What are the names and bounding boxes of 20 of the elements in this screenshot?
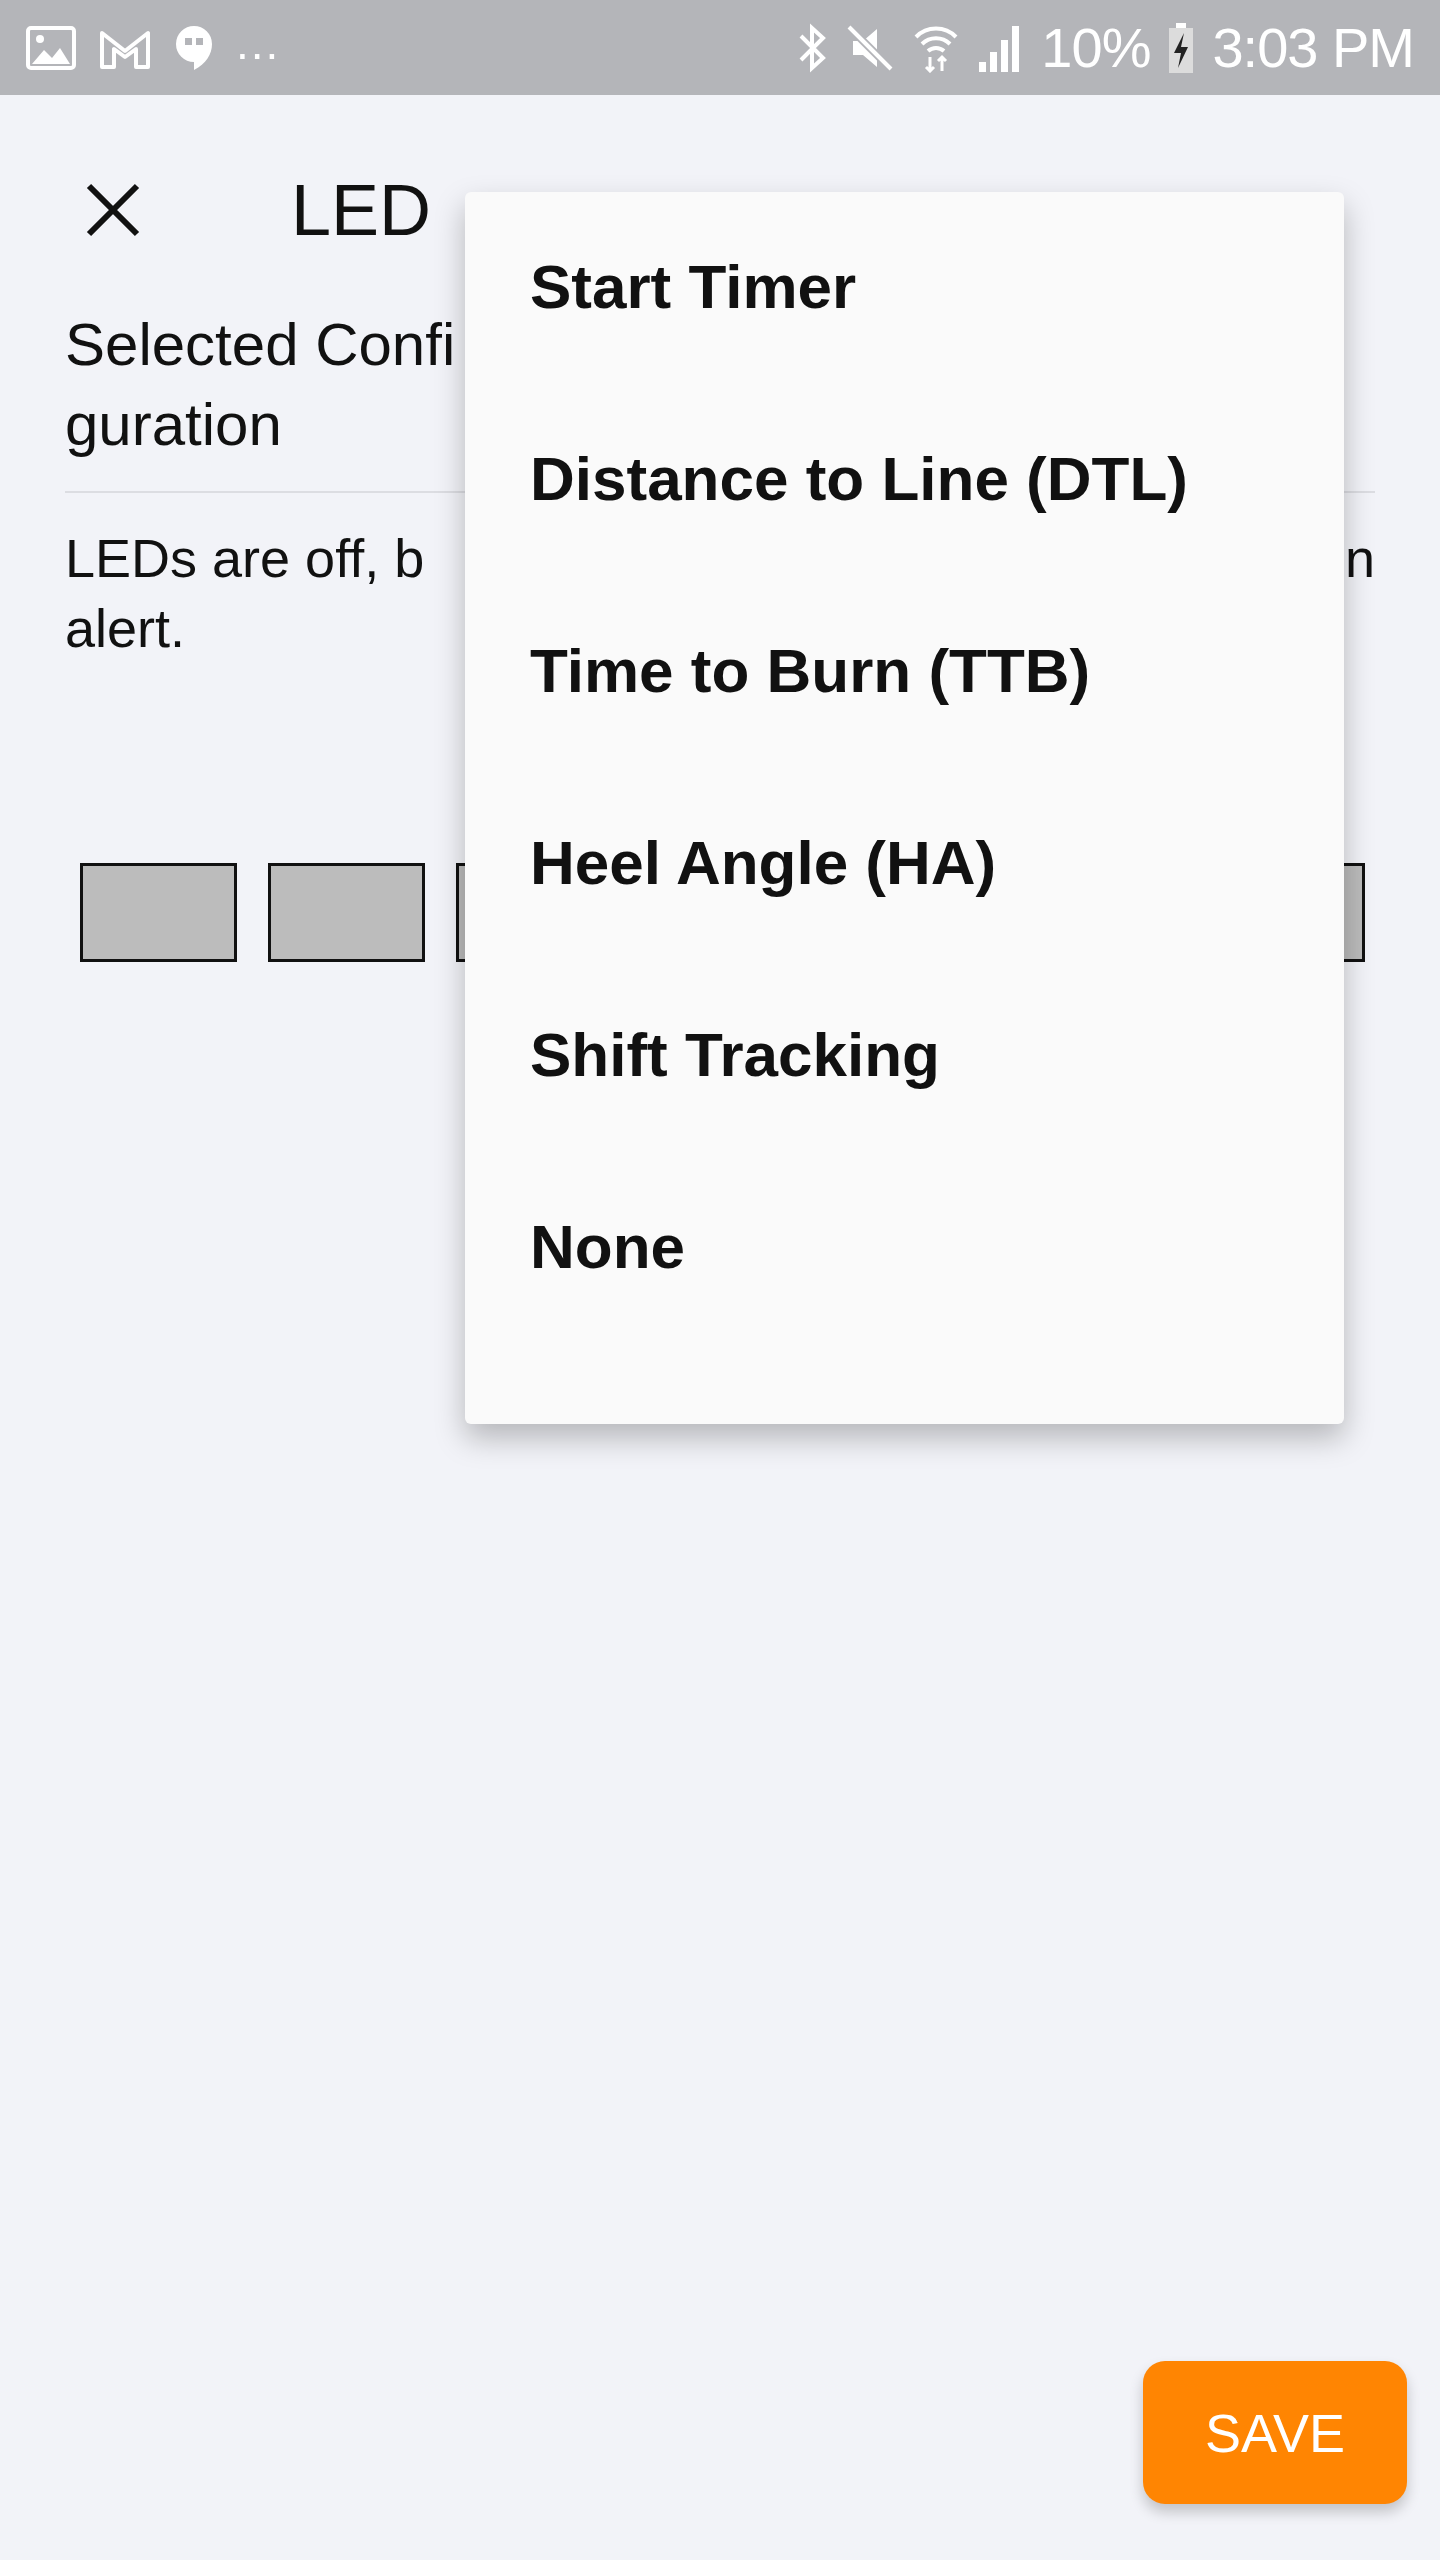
bluetooth-icon bbox=[797, 21, 828, 74]
menu-item[interactable]: Heel Angle (HA) bbox=[465, 818, 1344, 1010]
menu-item[interactable]: Time to Burn (TTB) bbox=[465, 626, 1344, 818]
description-text: n bbox=[1344, 527, 1375, 590]
battery-charging-icon bbox=[1168, 22, 1195, 73]
chat-bubble-icon bbox=[174, 23, 214, 72]
description-text: LEDs are off, b bbox=[65, 527, 425, 590]
menu-item[interactable]: Start Timer bbox=[465, 242, 1344, 434]
mute-icon bbox=[845, 22, 896, 73]
menu-item[interactable]: None bbox=[465, 1202, 1344, 1394]
overflow-indicator: ... bbox=[236, 19, 281, 66]
clock: 3:03 PM bbox=[1212, 15, 1414, 80]
battery-percentage: 10% bbox=[1041, 15, 1151, 80]
screen-title: LED bbox=[291, 169, 432, 251]
description-text: alert. bbox=[65, 597, 187, 660]
image-icon bbox=[26, 25, 76, 70]
menu-item[interactable]: Distance to Line (DTL) bbox=[465, 434, 1344, 626]
menu-item[interactable]: Shift Tracking bbox=[465, 1010, 1344, 1202]
close-icon[interactable] bbox=[85, 182, 141, 238]
field-label: Selected Configuration bbox=[65, 310, 457, 460]
